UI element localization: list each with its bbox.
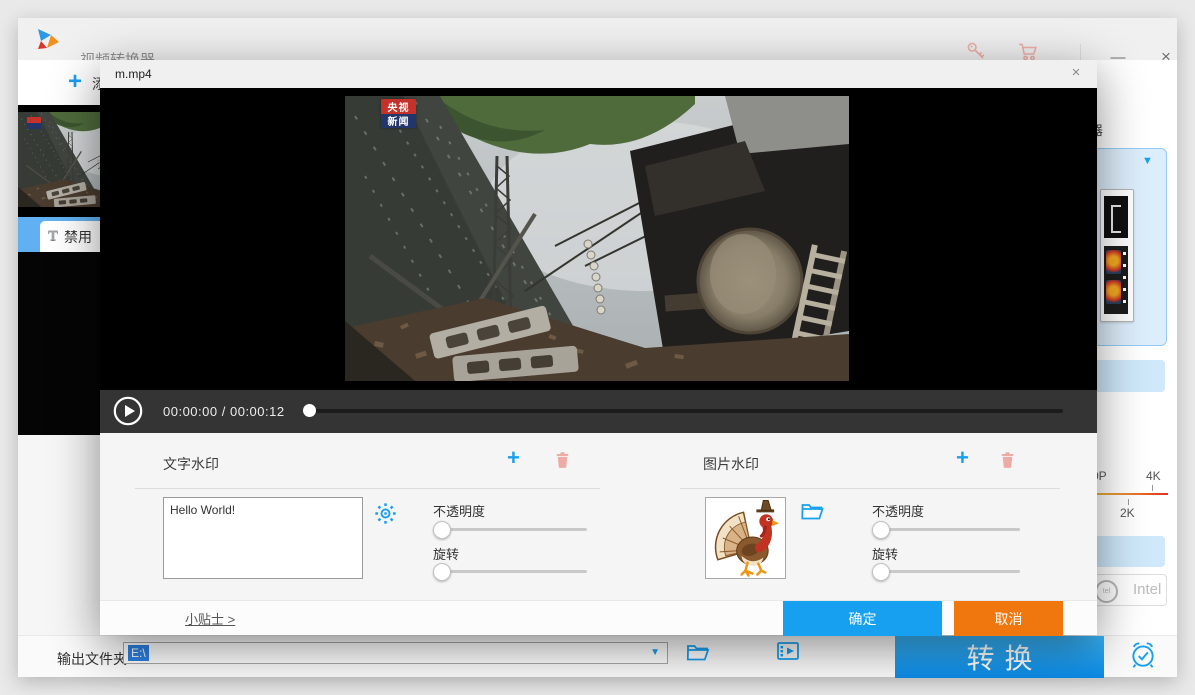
badge-line-2: 新闻	[381, 114, 416, 129]
delete-text-watermark-icon[interactable]	[553, 450, 572, 470]
divider	[135, 488, 600, 489]
add-files-label-partial[interactable]: 添	[92, 74, 100, 94]
progress-bar[interactable]	[305, 409, 1063, 413]
add-files-toolbar: + 添	[18, 60, 100, 105]
main-lower-panel	[18, 435, 100, 635]
resolution-right-label: 4K	[1146, 469, 1161, 483]
time-separator: /	[222, 404, 226, 419]
store-cart-icon[interactable]	[1018, 42, 1040, 62]
intel-logo-icon: tel	[1095, 580, 1118, 603]
convert-button[interactable]: 转换	[895, 636, 1104, 678]
image-opacity-slider[interactable]	[872, 521, 1020, 538]
bottom-bar: 输出文件夹: E:\ ▼ 转换	[18, 635, 1177, 677]
text-rotate-label: 旋转	[433, 544, 459, 563]
slider-thumb[interactable]	[872, 521, 890, 539]
screen-bracket-shape	[1111, 205, 1121, 233]
text-opacity-label: 不透明度	[433, 501, 485, 520]
close-button[interactable]: ×	[1144, 36, 1188, 78]
text-settings-gear-icon[interactable]	[374, 502, 397, 525]
image-rotate-slider[interactable]	[872, 563, 1020, 580]
text-tool-icon: T	[48, 228, 58, 245]
slider-track[interactable]	[872, 528, 1020, 531]
tips-link[interactable]: 小贴士 >	[185, 609, 235, 628]
watermark-tabstrip: T 禁用	[18, 217, 100, 252]
dialog-close-icon[interactable]: ×	[1065, 64, 1087, 84]
thumbnail-badge-icon	[27, 117, 41, 129]
slider-thumb[interactable]	[433, 563, 451, 581]
image-opacity-label: 不透明度	[872, 501, 924, 520]
dialog-title: m.mp4	[115, 67, 152, 81]
time-display: 00:00:00 / 00:00:12	[163, 404, 285, 419]
schedule-alarm-icon[interactable]	[1128, 640, 1158, 670]
format-dropdown-caret-icon[interactable]: ▼	[1142, 155, 1153, 167]
screen: 视频转换器 — × + 添 T 禁用	[0, 0, 1195, 695]
video-thumbnail[interactable]	[18, 105, 100, 217]
filmstrip-icon	[1104, 246, 1128, 314]
text-opacity-slider[interactable]	[433, 521, 587, 538]
resolution-tick-4k	[1152, 485, 1153, 491]
resolution-mid-label: 2K	[1120, 506, 1135, 520]
resolution-tick-2k	[1128, 499, 1129, 505]
time-total: 00:00:12	[230, 404, 285, 419]
progress-handle[interactable]	[303, 404, 316, 417]
watermark-image-thumb[interactable]	[705, 497, 786, 579]
minimize-button[interactable]: —	[1096, 36, 1140, 78]
text-watermark-section: 文字水印 + Hello World!	[135, 433, 600, 600]
slider-track[interactable]	[872, 570, 1020, 573]
output-folder-label: 输出文件夹:	[57, 649, 131, 669]
watermark-text-input[interactable]: Hello World!	[163, 497, 363, 579]
intel-badge: tel Intel	[1085, 574, 1167, 606]
text-watermark-title: 文字水印	[163, 454, 219, 474]
titlebar: 视频转换器 — ×	[18, 18, 1177, 60]
slider-track[interactable]	[433, 528, 587, 531]
dialog-header: m.mp4 ×	[100, 60, 1097, 88]
main-preview-background	[18, 252, 100, 435]
output-folder-value: E:\	[128, 645, 149, 661]
dialog-footer: 小贴士 > 确定 取消	[100, 600, 1097, 635]
image-rotate-label: 旋转	[872, 544, 898, 563]
badge-line-1: 央视	[381, 99, 416, 114]
browse-image-folder-icon[interactable]	[800, 501, 825, 522]
video-frame: 央视 新闻	[345, 96, 849, 381]
divider	[680, 488, 1060, 489]
image-watermark-section: 图片水印 +	[680, 433, 1060, 600]
player-bar: 00:00:00 / 00:00:12	[100, 390, 1097, 433]
time-current: 00:00:00	[163, 404, 218, 419]
text-rotate-slider[interactable]	[433, 563, 587, 580]
format-preview-card[interactable]	[1100, 189, 1134, 322]
video-preview-area: 央视 新闻	[100, 88, 1097, 390]
video-image	[345, 96, 849, 381]
ok-button[interactable]: 确定	[783, 601, 942, 636]
delete-image-watermark-icon[interactable]	[998, 450, 1017, 470]
register-key-icon[interactable]	[966, 41, 986, 61]
watermark-dialog: m.mp4 × 央视 新闻 00:00:00 / 0	[100, 60, 1097, 635]
add-text-watermark-icon[interactable]: +	[507, 445, 520, 471]
cctv-news-badge: 央视 新闻	[381, 99, 416, 128]
open-folder-icon[interactable]	[686, 642, 710, 663]
add-image-watermark-icon[interactable]: +	[956, 445, 969, 471]
play-button[interactable]	[113, 396, 143, 426]
image-watermark-title: 图片水印	[703, 454, 759, 474]
rename-video-icon[interactable]	[776, 640, 801, 663]
add-files-plus-icon[interactable]: +	[68, 68, 82, 96]
slider-thumb[interactable]	[872, 563, 890, 581]
cancel-button[interactable]: 取消	[954, 601, 1063, 636]
slider-track[interactable]	[433, 570, 587, 573]
app-logo-icon	[36, 28, 60, 50]
tab-text-disable[interactable]: T 禁用	[40, 221, 100, 252]
intel-badge-label: Intel	[1133, 581, 1161, 598]
slider-thumb[interactable]	[433, 521, 451, 539]
format-screen-thumb	[1104, 196, 1128, 238]
turkey-image	[706, 498, 785, 578]
resolution-slider[interactable]	[1085, 493, 1168, 495]
combo-caret-icon[interactable]: ▼	[650, 647, 660, 658]
tab-disable-label: 禁用	[64, 227, 92, 247]
output-folder-combobox[interactable]: E:\ ▼	[123, 642, 668, 664]
